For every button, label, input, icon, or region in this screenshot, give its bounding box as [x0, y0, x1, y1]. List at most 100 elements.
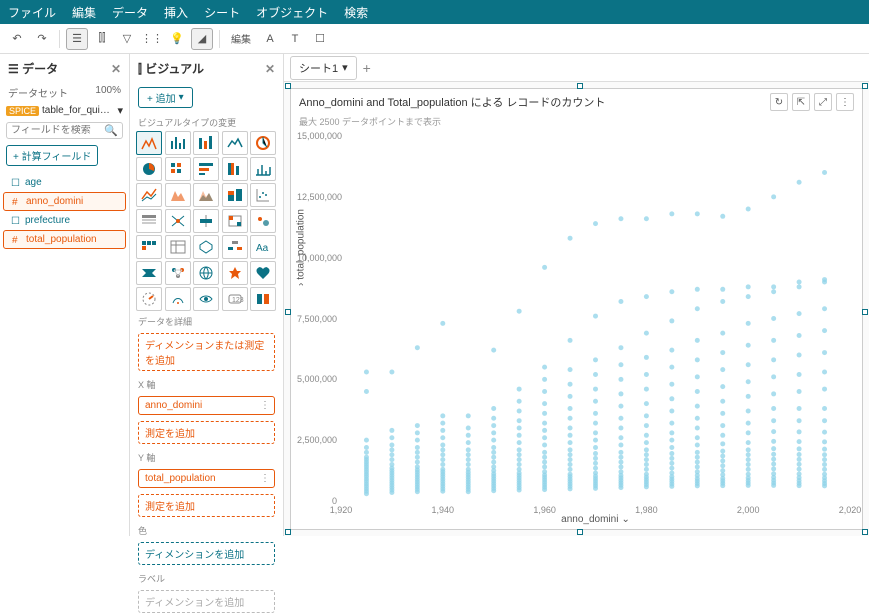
visual-type-31[interactable] — [165, 287, 191, 311]
more-icon[interactable]: ⋮ — [260, 400, 270, 411]
field-total_population[interactable]: #total_population — [3, 230, 126, 249]
x-axis-well[interactable]: anno_domini⋮ — [138, 396, 275, 415]
x-axis-add[interactable]: 測定を追加 — [138, 421, 275, 444]
visual-type-28[interactable] — [222, 261, 248, 285]
edit-label[interactable]: 編集 — [226, 28, 256, 50]
menu-item[interactable]: ファイル — [8, 4, 56, 21]
add-calc-field-button[interactable]: + 計算フィールド — [6, 145, 98, 166]
menu-item[interactable]: シート — [204, 4, 240, 21]
sheet-tab[interactable]: シート1 ▾ — [290, 56, 357, 80]
visual-type-11[interactable] — [165, 183, 191, 207]
y-tick: 7,500,000 — [297, 314, 337, 324]
visual-type-16[interactable] — [165, 209, 191, 233]
scatter-plot[interactable]: › total_population anno_domini ⌄ 02,500,… — [341, 136, 850, 501]
field-prefecture[interactable]: ☐prefecture — [3, 212, 126, 229]
visual-type-9[interactable] — [250, 157, 276, 181]
visual-type-26[interactable] — [165, 261, 191, 285]
visual-type-33[interactable]: 123 — [222, 287, 248, 311]
dataset-pct: 100% — [95, 85, 121, 100]
visual-type-7[interactable] — [193, 157, 219, 181]
y-axis-well[interactable]: total_population⋮ — [138, 469, 275, 488]
insight-icon[interactable]: 💡 — [166, 28, 188, 50]
menu-item[interactable]: 挿入 — [164, 4, 188, 21]
visual-type-14[interactable] — [250, 183, 276, 207]
visual-type-22[interactable] — [193, 235, 219, 259]
visual-type-30[interactable] — [136, 287, 162, 311]
x-axis-title[interactable]: anno_domini ⌄ — [561, 514, 630, 525]
y-tick: 10,000,000 — [297, 253, 337, 263]
x-tick: 1,980 — [635, 505, 658, 515]
visual-type-27[interactable] — [193, 261, 219, 285]
x-tick: 1,960 — [533, 505, 556, 515]
filter-icon[interactable]: ▽ — [116, 28, 138, 50]
menu-item[interactable]: 編集 — [72, 4, 96, 21]
color-well[interactable]: ディメンションを追加 — [138, 542, 275, 565]
autosave-icon[interactable]: ☰ — [66, 28, 88, 50]
y-axis-add[interactable]: 測定を追加 — [138, 494, 275, 517]
visual-type-1[interactable] — [165, 131, 191, 155]
visual-type-8[interactable] — [222, 157, 248, 181]
visual-type-15[interactable] — [136, 209, 162, 233]
menu-item[interactable]: 検索 — [344, 4, 368, 21]
field-search[interactable]: 🔍 — [6, 122, 123, 139]
visual-type-0[interactable] — [136, 131, 162, 155]
expand-icon[interactable]: ⤢ — [814, 93, 832, 111]
label-well[interactable]: ディメンションを追加 — [138, 590, 275, 613]
visual-type-13[interactable] — [222, 183, 248, 207]
visual-type-34[interactable] — [250, 287, 276, 311]
textbox-icon[interactable]: T — [284, 28, 306, 50]
menu-item[interactable]: データ — [112, 4, 148, 21]
add-visual-button[interactable]: + 追加 ▾ — [138, 87, 193, 108]
dataset-label: データセット — [8, 85, 68, 100]
visual-type-10[interactable] — [136, 183, 162, 207]
share-icon[interactable]: ⇱ — [792, 93, 810, 111]
visual-type-17[interactable] — [193, 209, 219, 233]
y-axis-title[interactable]: › total_population — [296, 209, 307, 286]
highlight-icon[interactable]: ◢ — [191, 28, 213, 50]
text-icon[interactable]: A — [259, 28, 281, 50]
menubar: ファイル編集データ挿入シートオブジェクト検索 — [0, 0, 869, 24]
menu-item[interactable]: オブジェクト — [256, 4, 328, 21]
visual-type-21[interactable] — [165, 235, 191, 259]
field-age[interactable]: ☐age — [3, 174, 126, 191]
visual-type-12[interactable] — [193, 183, 219, 207]
visual-type-18[interactable] — [222, 209, 248, 233]
more-icon[interactable]: ⋮ — [260, 473, 270, 484]
field-anno_domini[interactable]: #anno_domini — [3, 192, 126, 211]
drill-well[interactable]: ディメンションまたは測定を追加 — [138, 333, 275, 371]
close-icon[interactable]: ✕ — [111, 62, 121, 76]
svg-text:123: 123 — [232, 297, 244, 304]
chart-title: Anno_domini and Total_population による レコー… — [299, 94, 605, 110]
visual-type-19[interactable] — [250, 209, 276, 233]
add-sheet-button[interactable]: + — [363, 60, 371, 76]
refresh-icon[interactable]: ↻ — [770, 93, 788, 111]
visual-type-2[interactable] — [193, 131, 219, 155]
ruler-icon[interactable]: ☐ — [309, 28, 331, 50]
field-list: ☐age#anno_domini☐prefecture#total_popula… — [0, 169, 129, 254]
visual-type-24[interactable]: Aa — [250, 235, 276, 259]
visual-type-4[interactable] — [250, 131, 276, 155]
search-icon: 🔍 — [104, 124, 118, 137]
redo-icon[interactable]: ↷ — [31, 28, 53, 50]
x-tick: 2,020 — [839, 505, 862, 515]
visual-type-32[interactable] — [193, 287, 219, 311]
params-icon[interactable]: ⋮⋮ — [141, 28, 163, 50]
visual-type-20[interactable] — [136, 235, 162, 259]
visual-type-29[interactable] — [250, 261, 276, 285]
visual-type-grid: Aa 123 — [130, 131, 283, 311]
visual-type-5[interactable] — [136, 157, 162, 181]
close-icon[interactable]: ✕ — [265, 62, 275, 76]
undo-icon[interactable]: ↶ — [6, 28, 28, 50]
visual-type-label: ビジュアルタイプの変更 — [130, 112, 283, 131]
chart-icon[interactable]: ⫿⫿ — [91, 28, 113, 50]
spice-badge: SPICE — [6, 106, 39, 116]
more-icon[interactable]: ⋮ — [836, 93, 854, 111]
dataset-selector[interactable]: SPICE table_for_quicksig... ▾ — [0, 102, 129, 119]
search-input[interactable] — [11, 125, 104, 136]
visual-type-23[interactable] — [222, 235, 248, 259]
chart-container[interactable]: Anno_domini and Total_population による レコー… — [290, 88, 863, 530]
visual-type-6[interactable] — [165, 157, 191, 181]
visual-type-3[interactable] — [222, 131, 248, 155]
visual-type-25[interactable] — [136, 261, 162, 285]
y-tick: 15,000,000 — [297, 131, 337, 141]
